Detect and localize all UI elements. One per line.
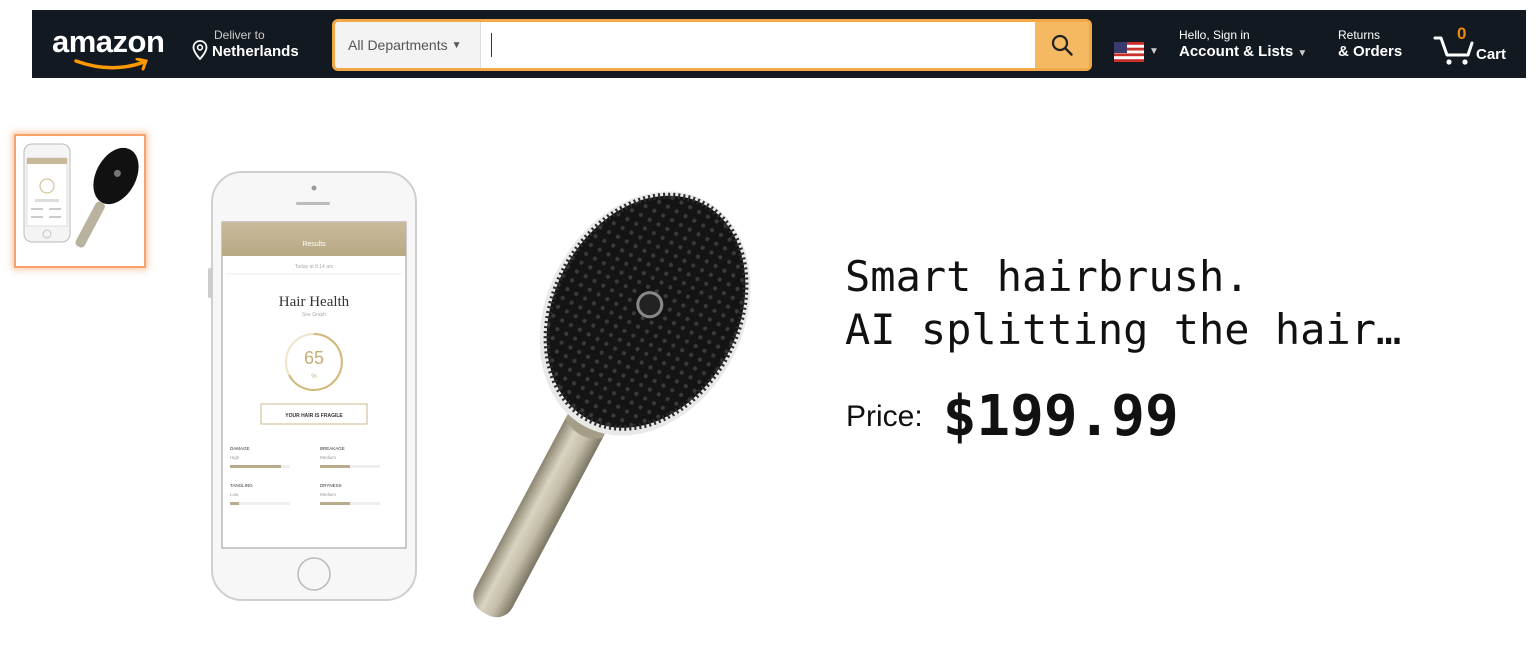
deliver-to[interactable]: Deliver to Netherlands — [192, 28, 322, 64]
department-label: All Departments — [348, 37, 448, 53]
top-nav-bar: amazon Deliver to Netherlands All Depart… — [32, 10, 1526, 78]
deliver-small-label: Deliver to — [214, 28, 265, 42]
account-greeting: Hello, Sign in — [1179, 28, 1250, 42]
title-line-2: AI splitting the hair… — [845, 305, 1402, 354]
text-cursor — [491, 33, 492, 57]
svg-text:TANGLING: TANGLING — [230, 483, 253, 488]
orders-label: & Orders — [1338, 43, 1403, 60]
price-value: $199.99 — [942, 384, 1179, 449]
product-title: Smart hairbrush. AI splitting the hair… — [845, 250, 1401, 356]
phone-header: Results — [302, 241, 326, 248]
price-label: Price: — [846, 399, 923, 433]
svg-text:Low: Low — [230, 492, 239, 497]
title-line-1: Smart hairbrush. — [845, 252, 1250, 301]
svg-text:Medium: Medium — [320, 492, 336, 497]
cart-count: 0 — [1457, 24, 1467, 43]
deliver-location: Netherlands — [212, 43, 299, 60]
account-title-row: Account & Lists ▼ — [1179, 43, 1307, 60]
us-flag-icon[interactable] — [1114, 42, 1144, 62]
svg-text:High: High — [230, 455, 240, 460]
returns-orders[interactable]: Returns & Orders — [1338, 28, 1402, 60]
search-icon — [1051, 34, 1073, 56]
search-bar: All Departments ▼ — [332, 19, 1092, 71]
phone-score-unit: % — [311, 374, 317, 380]
phone-status: YOUR HAIR IS FRAGILE — [285, 413, 343, 419]
svg-text:Medium: Medium — [320, 455, 336, 460]
svg-text:DRYNESS: DRYNESS — [320, 483, 342, 488]
product-main-image[interactable]: Results Today at 8:14 am Hair Health See… — [196, 150, 756, 662]
phone-date: Today at 8:14 am — [295, 264, 333, 270]
account-chevron-icon: ▼ — [1297, 48, 1308, 59]
search-button[interactable] — [1035, 22, 1089, 68]
logo-text: amazon — [52, 24, 165, 59]
smile-arrow-icon — [74, 58, 149, 71]
phone-illustration: Results Today at 8:14 am Hair Health See… — [208, 171, 417, 601]
thumbnail-image — [23, 143, 139, 248]
cart-icon — [1433, 36, 1474, 65]
product-thumbnail[interactable] — [14, 134, 146, 268]
location-pin-icon — [192, 40, 208, 60]
cart-label: Cart — [1476, 46, 1507, 63]
department-select[interactable]: All Departments ▼ — [335, 22, 481, 68]
returns-label: Returns — [1338, 28, 1381, 42]
amazon-logo[interactable]: amazon — [52, 20, 172, 71]
cart-button[interactable]: 0 Cart — [1432, 24, 1522, 68]
phone-subheading: See Graph — [302, 312, 326, 318]
price-row: Price: $199.99 — [846, 384, 1179, 449]
chevron-down-icon: ▼ — [451, 39, 462, 51]
account-lists[interactable]: Hello, Sign in Account & Lists ▼ — [1179, 28, 1307, 60]
account-title: Account & Lists — [1179, 43, 1294, 60]
svg-text:DAMAGE: DAMAGE — [230, 446, 250, 451]
search-input[interactable] — [485, 22, 1033, 68]
phone-heading: Hair Health — [279, 294, 350, 310]
svg-text:BREAKAGE: BREAKAGE — [320, 446, 345, 451]
hairbrush-illustration — [473, 191, 751, 618]
language-chevron-icon[interactable]: ▼ — [1149, 46, 1159, 57]
phone-score: 65 — [304, 348, 324, 368]
